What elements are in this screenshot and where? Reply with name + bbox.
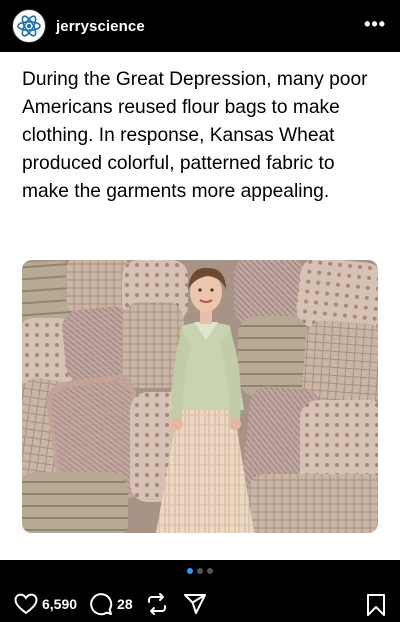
comment-icon (89, 592, 113, 616)
share-button[interactable] (183, 592, 207, 616)
comment-button[interactable]: 28 (89, 592, 145, 616)
carousel-dot-2[interactable] (197, 568, 203, 574)
carousel-dot-3[interactable] (207, 568, 213, 574)
username[interactable]: jerryscience (56, 18, 145, 35)
atom-icon (17, 15, 41, 37)
repost-button[interactable] (145, 592, 169, 616)
post-image[interactable] (22, 260, 378, 533)
avatar[interactable] (12, 9, 46, 43)
more-options-button[interactable]: ••• (364, 14, 386, 35)
like-count: 6,590 (42, 596, 78, 612)
carousel-indicator[interactable] (0, 568, 400, 574)
like-button[interactable]: 6,590 (14, 593, 89, 615)
carousel-dot-1[interactable] (187, 568, 193, 574)
repost-icon (145, 592, 169, 616)
bookmark-icon (366, 593, 386, 617)
share-icon (183, 592, 207, 616)
flour-bags-photo (22, 260, 378, 533)
heart-icon (14, 593, 38, 615)
post-card: During the Great Depression, many poor A… (0, 52, 400, 560)
comment-count: 28 (117, 596, 133, 612)
post-header: jerryscience ••• (0, 0, 400, 52)
post-caption: During the Great Depression, many poor A… (22, 69, 368, 202)
action-bar: 6,590 28 (0, 586, 400, 622)
save-button[interactable] (366, 593, 386, 617)
